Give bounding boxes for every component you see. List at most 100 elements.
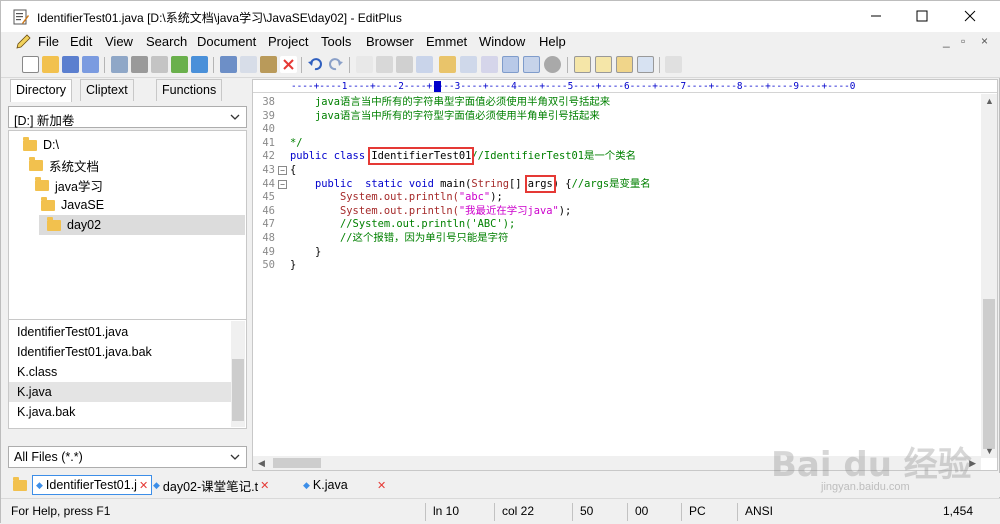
close-tab-icon[interactable]: ✕ [260, 479, 269, 492]
menu-window[interactable]: Window [479, 34, 525, 49]
code-editor[interactable]: ----+----1----+----2----+----3----+----4… [252, 79, 998, 471]
menu-document[interactable]: Document [197, 34, 256, 49]
menu-tools[interactable]: Tools [321, 34, 351, 49]
file-item-selected[interactable]: K.java [9, 382, 231, 402]
browser-icon[interactable] [637, 56, 654, 73]
menu-search[interactable]: Search [146, 34, 187, 49]
delete-icon[interactable] [280, 56, 297, 73]
file-list[interactable]: IdentifierTest01.java IdentifierTest01.j… [8, 319, 247, 429]
tree-item-drive[interactable]: D:\ [23, 135, 59, 155]
doc-tab[interactable]: ◆ day02-课堂笔记.t ✕ [153, 475, 269, 495]
editor-horizontal-scrollbar[interactable]: ◀ ▶ [253, 456, 981, 470]
ruler-icon[interactable] [481, 56, 498, 73]
menu-help[interactable]: Help [539, 34, 566, 49]
line-number-icon[interactable] [502, 56, 519, 73]
print-icon[interactable] [131, 56, 148, 73]
save-icon[interactable] [62, 56, 79, 73]
menu-edit[interactable]: Edit [70, 34, 92, 49]
scroll-right-icon[interactable]: ▶ [969, 458, 976, 469]
spell-check-icon[interactable] [171, 56, 188, 73]
paste-icon[interactable] [260, 56, 277, 73]
line-number: 49 [262, 245, 275, 258]
close-tab-icon[interactable]: ✕ [139, 479, 148, 492]
hex-icon[interactable] [439, 56, 456, 73]
code-comment: //args是变量名 [571, 177, 651, 190]
line-number-gutter: 38 39 40 41 42 43 − 44 − 45 46 47 48 49 … [253, 94, 289, 458]
drive-select[interactable]: [D:] 新加卷 [8, 106, 247, 128]
file-item[interactable]: K.class [9, 362, 231, 382]
save-all-icon[interactable] [82, 56, 99, 73]
cut-icon[interactable] [220, 56, 237, 73]
line-number: 39 [262, 109, 275, 122]
font-icon[interactable] [416, 56, 433, 73]
menu-emmet[interactable]: Emmet [426, 34, 467, 49]
menu-browser[interactable]: Browser [366, 34, 414, 49]
code-line: java语言当中所有的字符型字面值必须使用半角单引号括起来 [290, 109, 600, 122]
scroll-left-icon[interactable]: ◀ [258, 458, 265, 469]
menu-view[interactable]: View [105, 34, 133, 49]
chevron-down-icon [230, 454, 240, 460]
pen-icon [16, 34, 31, 49]
tree-item-label: 系统文档 [49, 159, 100, 174]
tree-item-label: java学习 [55, 179, 103, 194]
title-bar: IdentifierTest01.java [D:\系统文档\java学习\Ja… [1, 1, 1000, 32]
code-area[interactable]: java语言当中所有的字符串型字面值必须使用半角双引号括起来 java语言当中所… [290, 94, 970, 458]
goto-icon[interactable] [396, 56, 413, 73]
scroll-down-icon[interactable]: ▼ [985, 446, 994, 456]
code-string: "我最近在学习java" [458, 204, 559, 217]
scrollbar-thumb[interactable] [232, 359, 244, 421]
doc-tab[interactable]: ◆ K.java [303, 475, 348, 495]
toolbar-separator [567, 57, 568, 73]
output-window-icon[interactable] [595, 56, 612, 73]
file-list-scrollbar[interactable] [231, 321, 245, 427]
editor-vertical-scrollbar[interactable]: ▲ ▼ [981, 94, 997, 458]
code-line: System.out.println("abc"); [290, 191, 503, 205]
redo-icon[interactable] [327, 56, 344, 73]
scrollbar-thumb[interactable] [273, 458, 321, 468]
refresh-icon[interactable] [191, 56, 208, 73]
mdi-minimize-button[interactable]: _ [943, 34, 950, 48]
word-wrap-icon[interactable] [460, 56, 477, 73]
print-preview-icon[interactable] [151, 56, 168, 73]
highlighted-variable-name: args [524, 174, 556, 193]
settings-icon[interactable] [544, 56, 561, 73]
file-item[interactable]: K.java.bak [9, 402, 231, 422]
directory-window-icon[interactable] [574, 56, 591, 73]
menu-project[interactable]: Project [268, 34, 308, 49]
file-item[interactable]: IdentifierTest01.java [9, 322, 231, 342]
minimize-button[interactable] [853, 1, 899, 31]
code-line: public static void main(String[] args) {… [290, 174, 651, 193]
undo-icon[interactable] [307, 56, 324, 73]
find-icon[interactable] [356, 56, 373, 73]
copy-icon[interactable] [240, 56, 257, 73]
tree-item-folder[interactable]: JavaSE [41, 195, 104, 215]
help-icon[interactable] [665, 56, 682, 73]
mdi-close-button[interactable]: × [981, 34, 988, 48]
file-filter-select[interactable]: All Files (*.*) [8, 446, 247, 468]
tree-item-selected-folder[interactable]: day02 [39, 215, 245, 235]
maximize-button[interactable] [899, 1, 945, 31]
tab-cliptext[interactable]: Cliptext [80, 79, 134, 101]
doc-tab-active[interactable]: ◆ IdentifierTest01.j ✕ [32, 475, 153, 495]
open-icon[interactable] [42, 56, 59, 73]
scroll-up-icon[interactable]: ▲ [985, 96, 994, 106]
status-value: 50 [580, 504, 594, 518]
close-tab-icon[interactable]: ✕ [377, 475, 386, 495]
replace-icon[interactable] [376, 56, 393, 73]
fold-toggle-icon[interactable]: − [278, 179, 287, 189]
column-marker-icon[interactable] [523, 56, 540, 73]
tab-functions[interactable]: Functions [156, 79, 223, 101]
mdi-restore-button[interactable]: ▫ [961, 34, 965, 48]
menu-file[interactable]: File [38, 34, 59, 49]
cliptext-icon[interactable] [616, 56, 633, 73]
toolbar-separator [104, 57, 105, 73]
ftp-icon[interactable] [111, 56, 128, 73]
fold-toggle-icon[interactable]: − [278, 166, 287, 175]
file-item[interactable]: IdentifierTest01.java.bak [9, 342, 231, 362]
tree-item-folder[interactable]: java学习 [35, 175, 103, 195]
tree-item-folder[interactable]: 系统文档 [29, 155, 99, 175]
new-icon[interactable] [22, 56, 39, 73]
tab-directory[interactable]: Directory [10, 79, 73, 102]
scrollbar-thumb[interactable] [983, 299, 995, 449]
close-button[interactable] [947, 1, 993, 31]
